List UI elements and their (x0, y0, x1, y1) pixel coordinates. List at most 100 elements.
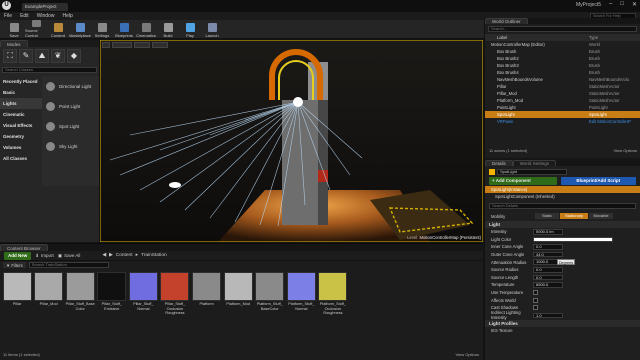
prop-value-field[interactable]: 1.0 (533, 312, 563, 319)
add-component-button[interactable]: + Add Component (489, 176, 557, 185)
asset-tile[interactable]: Pillar_Mod (34, 272, 64, 307)
category-geometry[interactable]: Geometry (0, 131, 42, 142)
cinematics-button[interactable]: Cinematics (135, 20, 157, 38)
import-button[interactable]: ⬇ Import (35, 253, 54, 259)
light-profiles-header[interactable]: Light Profiles (485, 320, 640, 328)
point-light-gizmo[interactable] (169, 182, 181, 188)
settings-button[interactable]: Settings (91, 20, 113, 38)
menu-window[interactable]: Window (37, 13, 55, 19)
outliner-row[interactable]: MotionControllerMap (Editor) World (485, 41, 640, 48)
forward-icon[interactable]: ▶ (109, 253, 113, 258)
category-volumes[interactable]: Volumes (0, 142, 42, 153)
breadcrumb-content[interactable]: Content (116, 253, 133, 258)
spotlight-gizmo[interactable] (293, 97, 303, 107)
prop-value-field[interactable]: 44.0 (533, 251, 563, 258)
content-browser-tab[interactable]: Content Browser (0, 244, 48, 251)
placeable-point-light[interactable]: Point Light (42, 96, 99, 116)
content-view-options[interactable]: View Options (456, 352, 480, 357)
paint-mode-icon[interactable]: ✎ (19, 48, 33, 63)
content-button[interactable]: Content (47, 20, 69, 38)
class-search-input[interactable]: Search Classes (2, 67, 97, 73)
asset-tile[interactable]: Platform_Stuff_ Normal (286, 272, 316, 311)
menu-help[interactable]: Help (62, 13, 72, 19)
asset-tile[interactable]: Pillar (2, 272, 32, 307)
blueprint-script-button[interactable]: Blueprint/Add Script (560, 176, 636, 185)
show-button[interactable] (152, 42, 168, 48)
perspective-button[interactable] (112, 42, 132, 48)
level-viewport[interactable]: Level: MotionControllerMap (Persistent) (100, 40, 483, 242)
add-new-button[interactable]: Add New (4, 251, 32, 260)
mobility-stationary[interactable]: Stationary (560, 213, 588, 219)
maximize-icon[interactable]: □ (620, 1, 624, 8)
col-label-header[interactable]: Label (485, 34, 589, 41)
prop-checkbox[interactable] (533, 297, 538, 303)
light-color-swatch[interactable] (533, 236, 613, 243)
placeable-sky-light[interactable]: Sky Light (42, 136, 99, 156)
play-button[interactable]: Play (179, 20, 201, 38)
category-recently-placed[interactable]: Recently Placed (0, 76, 42, 87)
filters-button[interactable]: ▼ Filters (3, 262, 26, 268)
outliner-row[interactable]: PointLight PointLight (485, 104, 640, 111)
outliner-row[interactable]: Box Brush4 Brush (485, 69, 640, 76)
outliner-row[interactable]: NavMeshBoundsVolume NavMeshBoundsVolu (485, 76, 640, 83)
asset-tile[interactable]: Platform_Stuff_ BaseColor (255, 272, 285, 311)
viewport-options-icon[interactable] (102, 42, 110, 48)
save-button[interactable]: Save (3, 20, 25, 38)
prop-value-field[interactable]: 5000.0 lm (533, 229, 563, 235)
breadcrumb-trainstation[interactable]: TrainStation (141, 253, 167, 258)
project-tab[interactable]: ExampleProject (22, 3, 68, 11)
actor-name-field[interactable]: SpotLight (497, 168, 567, 175)
asset-tile[interactable]: Platform_Stuff_ Occlusion Roughness (318, 272, 348, 316)
details-search-input[interactable]: Search Details (489, 203, 636, 209)
light-section-header[interactable]: Light (485, 221, 640, 228)
col-type-header[interactable]: Type (589, 34, 598, 41)
lit-button[interactable] (134, 42, 150, 48)
outliner-row[interactable]: Pillar_Mod StaticMeshActor (485, 90, 640, 97)
mobility-static[interactable]: Static (535, 213, 559, 219)
marketplace-button[interactable]: Marketplace (69, 20, 91, 38)
asset-tile[interactable]: Platform (192, 272, 222, 307)
category-cinematic[interactable]: Cinematic (0, 109, 42, 120)
instance-row[interactable]: SpotLight(Instance) (485, 186, 640, 193)
category-visual-effects[interactable]: Visual Effects (0, 120, 42, 131)
category-basic[interactable]: Basic (0, 87, 42, 98)
modes-tab[interactable]: Modes (0, 40, 28, 47)
back-icon[interactable]: ◀ (102, 253, 106, 258)
asset-tile[interactable]: Platform_Mod (223, 272, 253, 307)
asset-tile[interactable]: Pillar_Stuff_Base Color (65, 272, 95, 311)
save-all-button[interactable]: ▣ Save All (58, 253, 81, 259)
category-lights[interactable]: Lights (0, 98, 42, 109)
minimize-icon[interactable]: – (609, 1, 612, 8)
blueprints-button[interactable]: Blueprints (113, 20, 135, 38)
launch-button[interactable]: Launch (201, 20, 223, 38)
foliage-mode-icon[interactable]: ❦ (51, 48, 65, 63)
close-icon[interactable]: ✕ (632, 1, 637, 8)
outliner-row[interactable]: Box Brush3 Brush (485, 62, 640, 69)
menu-file[interactable]: File (4, 13, 12, 19)
prop-value-field[interactable]: 6500.0 (533, 282, 563, 288)
prop-checkbox[interactable] (533, 305, 538, 311)
category-all-classes[interactable]: All Classes (0, 153, 42, 164)
prop-checkbox[interactable] (533, 290, 538, 296)
placeable-spot-light[interactable]: Spot Light (42, 116, 99, 136)
place-mode-icon[interactable]: ⛶ (3, 48, 17, 63)
asset-tile[interactable]: Pillar_Stuff_ Normal (128, 272, 158, 311)
outliner-row[interactable]: SpotLight SpotLight (485, 111, 640, 118)
prop-value-field[interactable]: 0.0 (533, 267, 563, 273)
asset-tile[interactable]: Pillar_Stuff_ Emissive (97, 272, 127, 311)
prop-value-field[interactable]: 0.0 (533, 244, 563, 250)
outliner-tab[interactable]: World Outliner (485, 18, 528, 24)
landscape-mode-icon[interactable]: ⛰ (35, 48, 49, 63)
mobility-movable[interactable]: Movable (589, 213, 613, 219)
details-tab[interactable]: Details (485, 160, 513, 166)
geometry-mode-icon[interactable]: ◆ (67, 48, 81, 63)
outliner-row[interactable]: VRPawn Edit MotionControllerP (485, 118, 640, 125)
outliner-row[interactable]: Platform_Mod StaticMeshActor (485, 97, 640, 104)
prop-value-field[interactable]: 0.0 (533, 274, 563, 281)
asset-tile[interactable]: Pillar_Stuff_ Occlusion Roughness (160, 272, 190, 316)
outliner-row[interactable]: Box Brush2 Brush (485, 55, 640, 62)
source-control-button[interactable]: Source Control (25, 20, 47, 38)
build-button[interactable]: Build (157, 20, 179, 38)
placeable-directional-light[interactable]: Directional Light (42, 76, 99, 96)
outliner-row[interactable]: Box Brush Brush (485, 48, 640, 55)
